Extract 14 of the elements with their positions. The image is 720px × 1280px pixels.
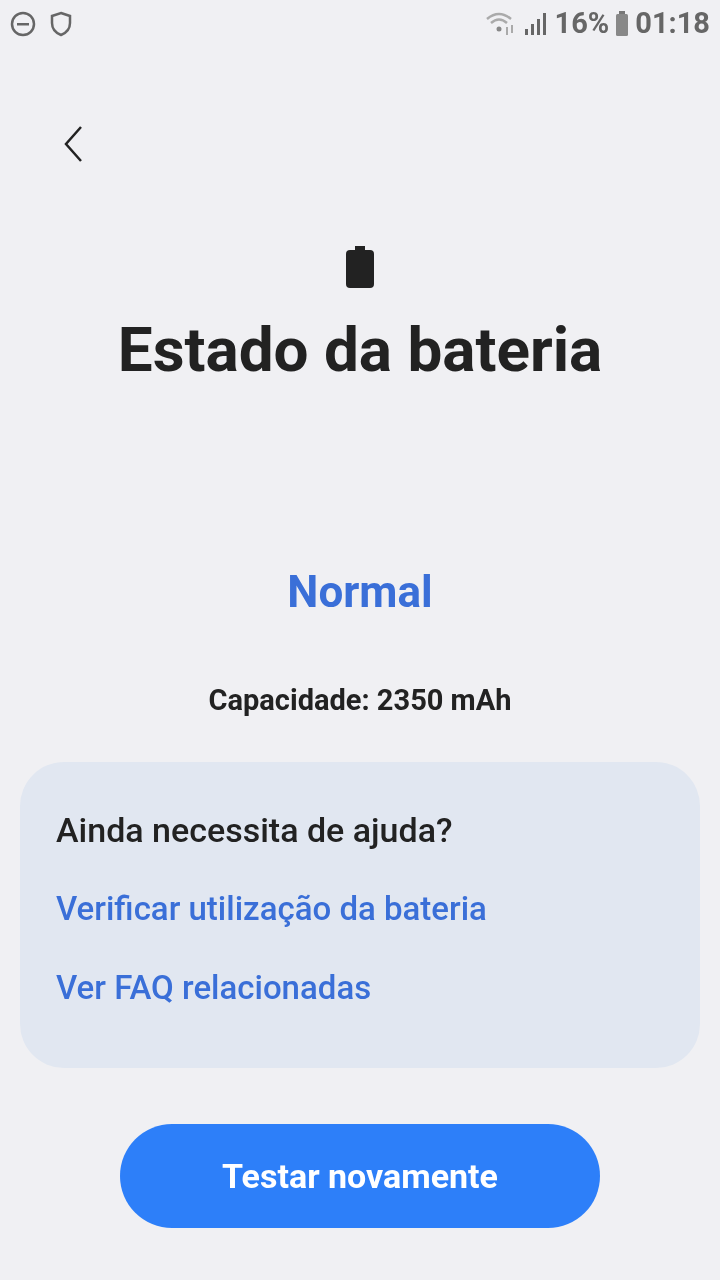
battery-status: Normal	[286, 565, 434, 620]
battery-percent: 16%	[554, 5, 610, 43]
do-not-disturb-icon	[10, 11, 36, 37]
help-link[interactable]: Verificar utilização da bateria	[56, 887, 487, 931]
signal-icon	[522, 11, 549, 37]
shield-icon	[50, 11, 72, 37]
help-link[interactable]: Ver FAQ relacionadas	[56, 966, 372, 1010]
battery-capacity: Capacidade: 2350 mAh	[207, 682, 513, 719]
clock: 01:18	[635, 5, 710, 43]
help-heading: Ainda necessita de ajuda?	[56, 809, 453, 852]
page-title: Estado da bateria	[116, 312, 604, 388]
test-again-button[interactable]: Testar novamente	[120, 1124, 600, 1228]
battery-icon	[615, 11, 630, 37]
battery-icon	[346, 246, 374, 288]
